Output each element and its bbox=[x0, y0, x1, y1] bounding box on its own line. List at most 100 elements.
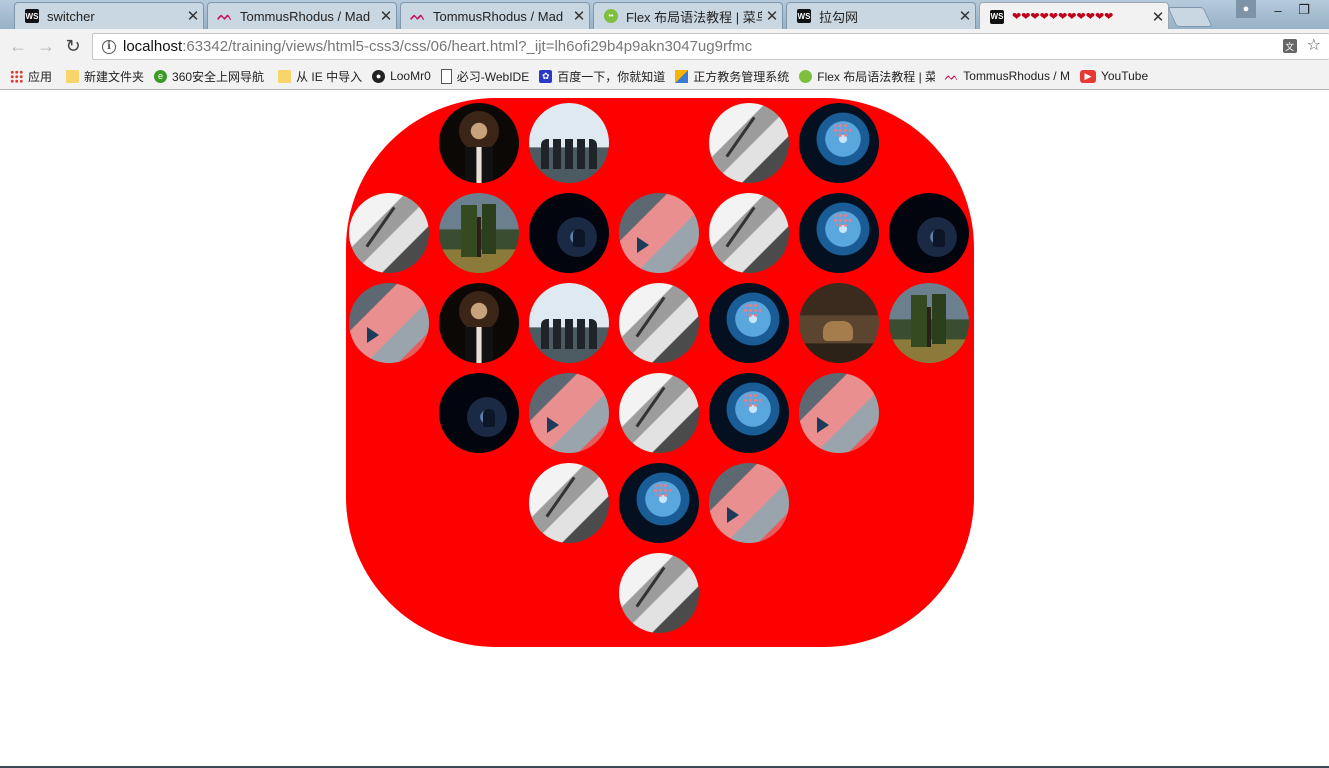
photo-night bbox=[889, 193, 969, 273]
photo-brain bbox=[799, 103, 879, 183]
photo-illustration bbox=[619, 193, 699, 273]
bookmark-new-folder[interactable]: 新建文件夹 bbox=[66, 68, 144, 85]
photo-night bbox=[529, 193, 609, 273]
browser-toolbar: ← → ↻ i localhost:63342/training/views/h… bbox=[0, 29, 1329, 63]
webstorm-icon: WS bbox=[990, 9, 1004, 24]
photo-friends bbox=[529, 103, 609, 183]
photo-illustration bbox=[799, 373, 879, 453]
apps-icon bbox=[10, 69, 23, 83]
bookmark-label: 百度一下，你就知道 bbox=[557, 69, 666, 84]
github-icon: ● bbox=[372, 69, 386, 83]
reload-icon[interactable]: ↻ bbox=[63, 36, 83, 56]
bookmark-baidu[interactable]: ✿ 百度一下，你就知道 bbox=[539, 68, 665, 85]
photo-writing bbox=[709, 103, 789, 183]
bookmark-zhengfang[interactable]: 正方教务管理系统 bbox=[675, 68, 789, 85]
tab-title: TommusRhodus / Mad bbox=[240, 8, 371, 24]
url-text[interactable]: localhost:63342/training/views/html5-css… bbox=[123, 38, 752, 55]
webstorm-icon: WS bbox=[25, 9, 39, 23]
photo-writing bbox=[709, 193, 789, 273]
webstorm-icon: WS bbox=[797, 9, 811, 23]
photo-friends bbox=[529, 283, 609, 363]
youtube-icon: ▶ bbox=[1079, 69, 1096, 83]
bookmark-label: TommusRhodus / M bbox=[963, 69, 1070, 83]
bookmarks-bar: 应用 新建文件夹 e 360安全上网导航 从 IE 中导入 ● LooMr0 必… bbox=[0, 63, 1329, 90]
tab-close-icon[interactable]: ✕ bbox=[1148, 8, 1168, 26]
bookmark-apps[interactable]: 应用 bbox=[10, 68, 52, 85]
profile-icon[interactable]: ● bbox=[1236, 0, 1256, 18]
photo-brain bbox=[709, 373, 789, 453]
bookmark-tommusrhodus[interactable]: ᨓ TommusRhodus / M bbox=[944, 68, 1070, 84]
bookmark-label: 正方教务管理系统 bbox=[693, 69, 790, 84]
photo-brain bbox=[619, 463, 699, 543]
minimize-icon[interactable]: – bbox=[1268, 0, 1288, 20]
zhengfang-icon bbox=[675, 69, 689, 83]
bookmark-label: 从 IE 中导入 bbox=[296, 69, 363, 84]
tab-close-icon[interactable]: ✕ bbox=[569, 7, 589, 25]
baidu-icon: ✿ bbox=[539, 69, 553, 83]
tab-hearts-active[interactable]: WS ❤❤❤❤❤❤❤❤❤❤❤ ✕ bbox=[979, 2, 1169, 30]
tab-switcher[interactable]: WS switcher ✕ bbox=[14, 2, 204, 29]
bookmark-youtube[interactable]: ▶ YouTube bbox=[1079, 69, 1149, 83]
folder-icon bbox=[66, 69, 80, 83]
address-bar[interactable]: i localhost:63342/training/views/html5-c… bbox=[92, 33, 1329, 60]
tab-close-icon[interactable]: ✕ bbox=[762, 7, 782, 25]
tab-title: ❤❤❤❤❤❤❤❤❤❤❤ bbox=[1012, 11, 1114, 23]
bookmark-ie-import[interactable]: 从 IE 中导入 bbox=[278, 68, 362, 85]
page-content bbox=[0, 90, 1329, 768]
folder-icon bbox=[278, 69, 292, 83]
back-arrow-icon[interactable]: ← bbox=[8, 36, 28, 56]
translate-icon[interactable]: 文 bbox=[1282, 39, 1297, 53]
photo-illustration bbox=[349, 283, 429, 363]
forward-arrow-icon[interactable]: → bbox=[36, 36, 56, 56]
bookmark-label: 新建文件夹 bbox=[84, 69, 145, 84]
bookmark-label: YouTube bbox=[1100, 69, 1149, 83]
tommusrhodus-icon: ᨓ bbox=[944, 68, 959, 83]
new-tab-button[interactable] bbox=[1167, 7, 1213, 27]
tab-title: Flex 布局语法教程 | 菜鸟 bbox=[626, 9, 762, 25]
photo-brain bbox=[709, 283, 789, 363]
tab-close-icon[interactable]: ✕ bbox=[376, 7, 396, 25]
photo-godfather bbox=[439, 283, 519, 363]
bookmark-360[interactable]: e 360安全上网导航 bbox=[154, 68, 264, 85]
runoob-icon bbox=[799, 69, 813, 83]
tab-title: switcher bbox=[47, 8, 95, 24]
photo-writing bbox=[349, 193, 429, 273]
tab-flex-tutorial[interactable]: •• Flex 布局语法教程 | 菜鸟 ✕ bbox=[593, 2, 783, 29]
photo-illustration bbox=[709, 463, 789, 543]
bookmark-loomr0[interactable]: ● LooMr0 bbox=[372, 69, 431, 83]
photo-dogs bbox=[799, 283, 879, 363]
info-icon[interactable]: i bbox=[102, 39, 116, 54]
bookmark-label: 360安全上网导航 bbox=[172, 69, 265, 84]
tab-close-icon[interactable]: ✕ bbox=[955, 7, 975, 25]
photo-night bbox=[439, 373, 519, 453]
bookmark-label: Flex 布局语法教程 | 菜 bbox=[817, 69, 936, 84]
runoob-icon: •• bbox=[604, 9, 618, 23]
heart-container bbox=[346, 98, 974, 647]
photo-writing bbox=[619, 373, 699, 453]
bookmark-label: LooMr0 bbox=[390, 69, 431, 83]
photo-godfather bbox=[439, 103, 519, 183]
photo-writing bbox=[619, 553, 699, 633]
photo-tree bbox=[439, 193, 519, 273]
page-icon bbox=[440, 68, 452, 84]
photo-writing bbox=[619, 283, 699, 363]
360-icon: e bbox=[154, 69, 168, 83]
tommusrhodus-icon: ᨓ bbox=[217, 8, 233, 23]
photo-tree bbox=[889, 283, 969, 363]
bookmark-label: 应用 bbox=[28, 69, 53, 84]
photo-writing bbox=[529, 463, 609, 543]
photo-brain bbox=[799, 193, 879, 273]
tommusrhodus-icon: ᨓ bbox=[410, 8, 426, 23]
bookmark-star-icon[interactable]: ☆ bbox=[1307, 38, 1321, 54]
tab-strip: WS switcher ✕ ᨓ TommusRhodus / Mad ✕ ᨓ T… bbox=[0, 0, 1329, 30]
bookmark-flex-tutorial[interactable]: Flex 布局语法教程 | 菜 bbox=[799, 68, 935, 85]
tab-lagou[interactable]: WS 拉勾网 ✕ bbox=[786, 2, 976, 29]
tab-tommusrhodus-1[interactable]: ᨓ TommusRhodus / Mad ✕ bbox=[207, 2, 397, 29]
bookmark-webide[interactable]: 必习-WebIDE bbox=[440, 68, 529, 85]
tab-title: 拉勾网 bbox=[819, 9, 859, 25]
tab-close-icon[interactable]: ✕ bbox=[183, 7, 203, 25]
photo-illustration bbox=[529, 373, 609, 453]
tab-tommusrhodus-2[interactable]: ᨓ TommusRhodus / Mad ✕ bbox=[400, 2, 590, 29]
restore-icon[interactable]: ❐ bbox=[1294, 0, 1314, 20]
tab-title: TommusRhodus / Mad bbox=[433, 8, 564, 24]
